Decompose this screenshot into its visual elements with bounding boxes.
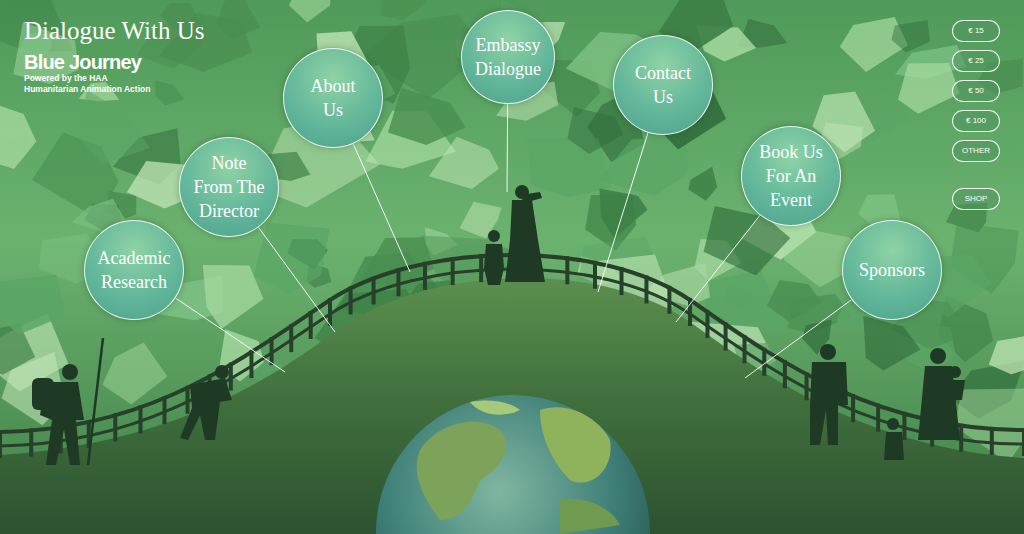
- nav-label: Sponsors: [847, 258, 937, 282]
- nav-label: Academic Research: [89, 246, 179, 294]
- donate-button[interactable]: € 50: [952, 80, 1000, 102]
- nav-node[interactable]: Book Us For An Event: [741, 126, 841, 226]
- nav-label: Contact Us: [630, 61, 696, 109]
- nav-node[interactable]: Sponsors: [842, 220, 942, 320]
- site-title: Dialogue With Us: [24, 16, 204, 46]
- connector-line: [259, 227, 335, 332]
- connector-line: [175, 298, 285, 372]
- connector-line: [676, 215, 760, 322]
- connector-line: [598, 133, 648, 292]
- nav-node[interactable]: Note From The Director: [179, 137, 279, 237]
- earth-globe: [376, 395, 650, 534]
- brand-logo: Blue Journey: [24, 51, 204, 73]
- nav-label: Embassy Dialogue: [465, 33, 551, 81]
- donate-button[interactable]: OTHER: [952, 140, 1000, 162]
- page: Dialogue With Us Blue JourneyPowered by t…: [0, 0, 1024, 534]
- people-silhouettes: [32, 185, 965, 465]
- nav-label: About Us: [303, 74, 363, 122]
- tagline: Humanitarian Animation Action: [24, 84, 204, 95]
- donate-button[interactable]: € 15: [952, 20, 1000, 42]
- connector-line: [507, 104, 509, 192]
- donate-button[interactable]: € 25: [952, 50, 1000, 72]
- nav-node[interactable]: Embassy Dialogue: [461, 10, 555, 104]
- nav-node[interactable]: Academic Research: [84, 220, 184, 320]
- connector-line: [745, 300, 852, 378]
- nav-label: Book Us For An Event: [753, 140, 829, 212]
- tagline: Powered by the HAA: [24, 73, 204, 84]
- donate-button[interactable]: € 100: [952, 110, 1000, 132]
- nav-node[interactable]: About Us: [283, 48, 383, 148]
- connector-line: [353, 144, 410, 272]
- nav-label: Note From The Director: [193, 151, 265, 223]
- nav-node[interactable]: Contact Us: [613, 35, 713, 135]
- shop-button[interactable]: SHOP: [952, 188, 1000, 210]
- site-header: Dialogue With Us Blue JourneyPowered by t…: [24, 16, 204, 95]
- donate-column: € 15 € 25 € 50 € 100 OTHER SHOP: [952, 20, 1000, 210]
